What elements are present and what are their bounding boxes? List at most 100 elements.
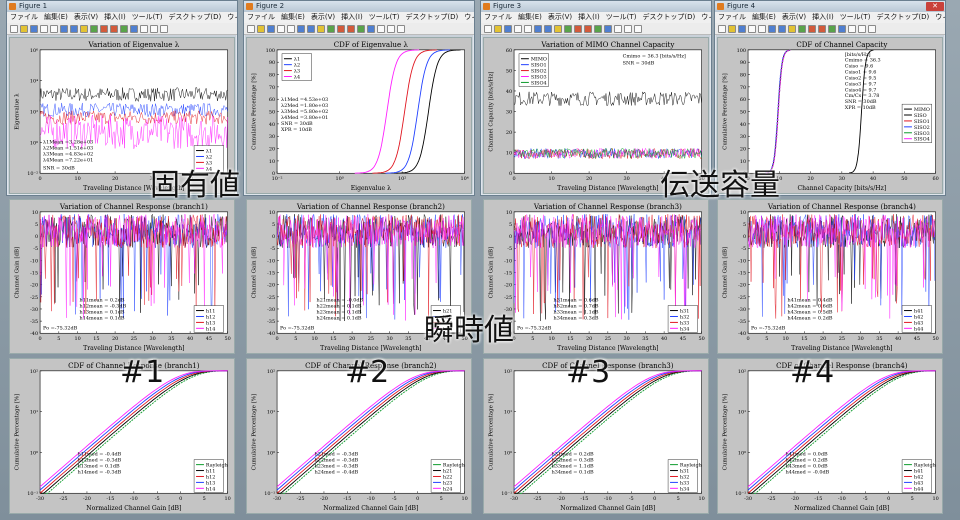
open-folder-icon[interactable]: [728, 24, 736, 33]
zoom-out-icon[interactable]: [544, 24, 552, 33]
legend-icon[interactable]: [848, 24, 856, 33]
open-folder-icon[interactable]: [494, 24, 502, 33]
zoom-in-icon[interactable]: [297, 24, 305, 33]
zoom-in-icon[interactable]: [534, 24, 542, 33]
menu-item[interactable]: ウィンドウ(W): [935, 13, 945, 21]
data-cursor-icon[interactable]: [337, 24, 345, 33]
legend-icon[interactable]: [614, 24, 622, 33]
window-titlebar[interactable]: Figure 2: [244, 1, 474, 12]
grid-icon[interactable]: [624, 24, 632, 33]
layout-icon[interactable]: [160, 24, 168, 33]
pan-icon[interactable]: [554, 24, 562, 33]
brush-icon[interactable]: [818, 24, 826, 33]
menu-item[interactable]: 編集(E): [44, 13, 68, 21]
zoom-in-icon[interactable]: [768, 24, 776, 33]
link-icon[interactable]: [357, 24, 365, 33]
zoom-out-icon[interactable]: [307, 24, 315, 33]
grid-icon[interactable]: [150, 24, 158, 33]
rotate-icon[interactable]: [90, 24, 98, 33]
window-titlebar[interactable]: Figure 3: [481, 1, 711, 12]
colorbar-icon[interactable]: [130, 24, 138, 33]
menu-item[interactable]: デスクトップ(D): [168, 13, 221, 21]
open-folder-icon[interactable]: [20, 24, 28, 33]
pointer-icon[interactable]: [50, 24, 58, 33]
menu-item[interactable]: 表示(V): [548, 13, 572, 21]
menu-item[interactable]: デスクトップ(D): [642, 13, 695, 21]
colorbar-icon[interactable]: [838, 24, 846, 33]
brush-icon[interactable]: [584, 24, 592, 33]
pan-icon[interactable]: [317, 24, 325, 33]
link-icon[interactable]: [594, 24, 602, 33]
menu-bar[interactable]: ファイル編集(E) 表示(V) 挿入(I) ツール(T) デスクトップ(D) ウィンドウ(…: [244, 12, 474, 23]
print-icon[interactable]: [40, 24, 48, 33]
new-file-icon[interactable]: [718, 24, 726, 33]
brush-icon[interactable]: [110, 24, 118, 33]
menu-item[interactable]: ファイル: [247, 13, 275, 21]
menu-item[interactable]: 挿入(I): [341, 13, 363, 21]
colorbar-icon[interactable]: [604, 24, 612, 33]
new-file-icon[interactable]: [484, 24, 492, 33]
pan-icon[interactable]: [80, 24, 88, 33]
zoom-out-icon[interactable]: [70, 24, 78, 33]
colorbar-icon[interactable]: [367, 24, 375, 33]
menu-item[interactable]: 挿入(I): [578, 13, 600, 21]
zoom-in-icon[interactable]: [60, 24, 68, 33]
menu-item[interactable]: 表示(V): [311, 13, 335, 21]
menu-item[interactable]: ツール(T): [606, 13, 637, 21]
pointer-icon[interactable]: [524, 24, 532, 33]
data-cursor-icon[interactable]: [100, 24, 108, 33]
save-icon[interactable]: [738, 24, 746, 33]
menu-item[interactable]: ウィンドウ(W): [227, 13, 237, 21]
menu-item[interactable]: 編集(E): [752, 13, 776, 21]
layout-icon[interactable]: [397, 24, 405, 33]
menu-item[interactable]: ウィンドウ(W): [464, 13, 474, 21]
menu-item[interactable]: ファイル: [718, 13, 746, 21]
rotate-icon[interactable]: [327, 24, 335, 33]
save-icon[interactable]: [267, 24, 275, 33]
menu-item[interactable]: ウィンドウ(W): [701, 13, 711, 21]
menu-item[interactable]: ツール(T): [840, 13, 871, 21]
print-icon[interactable]: [748, 24, 756, 33]
print-icon[interactable]: [514, 24, 522, 33]
menu-bar[interactable]: ファイル編集(E) 表示(V) 挿入(I) ツール(T) デスクトップ(D) ウィンドウ(…: [715, 12, 945, 23]
grid-icon[interactable]: [387, 24, 395, 33]
menu-item[interactable]: 表示(V): [74, 13, 98, 21]
menu-item[interactable]: ファイル: [484, 13, 512, 21]
data-cursor-icon[interactable]: [574, 24, 582, 33]
new-file-icon[interactable]: [247, 24, 255, 33]
print-icon[interactable]: [277, 24, 285, 33]
zoom-out-icon[interactable]: [778, 24, 786, 33]
figure-toolbar[interactable]: [481, 23, 711, 35]
window-titlebar[interactable]: Figure 1: [7, 1, 237, 12]
menu-item[interactable]: 挿入(I): [104, 13, 126, 21]
layout-icon[interactable]: [634, 24, 642, 33]
close-icon[interactable]: ✕: [926, 2, 944, 11]
menu-item[interactable]: ツール(T): [132, 13, 163, 21]
pointer-icon[interactable]: [287, 24, 295, 33]
pointer-icon[interactable]: [758, 24, 766, 33]
figure-toolbar[interactable]: [244, 23, 474, 35]
menu-item[interactable]: 編集(E): [281, 13, 305, 21]
grid-icon[interactable]: [858, 24, 866, 33]
menu-item[interactable]: ツール(T): [369, 13, 400, 21]
menu-item[interactable]: 表示(V): [782, 13, 806, 21]
menu-item[interactable]: デスクトップ(D): [876, 13, 929, 21]
save-icon[interactable]: [30, 24, 38, 33]
legend-icon[interactable]: [377, 24, 385, 33]
window-titlebar[interactable]: Figure 4 ✕: [715, 1, 945, 12]
data-cursor-icon[interactable]: [808, 24, 816, 33]
menu-item[interactable]: デスクトップ(D): [405, 13, 458, 21]
save-icon[interactable]: [504, 24, 512, 33]
menu-item[interactable]: 挿入(I): [812, 13, 834, 21]
menu-item[interactable]: 編集(E): [518, 13, 542, 21]
open-folder-icon[interactable]: [257, 24, 265, 33]
legend-icon[interactable]: [140, 24, 148, 33]
rotate-icon[interactable]: [564, 24, 572, 33]
menu-bar[interactable]: ファイル編集(E) 表示(V) 挿入(I) ツール(T) デスクトップ(D) ウィンドウ(…: [7, 12, 237, 23]
figure-toolbar[interactable]: [7, 23, 237, 35]
layout-icon[interactable]: [868, 24, 876, 33]
pan-icon[interactable]: [788, 24, 796, 33]
rotate-icon[interactable]: [798, 24, 806, 33]
link-icon[interactable]: [120, 24, 128, 33]
menu-item[interactable]: ファイル: [10, 13, 38, 21]
